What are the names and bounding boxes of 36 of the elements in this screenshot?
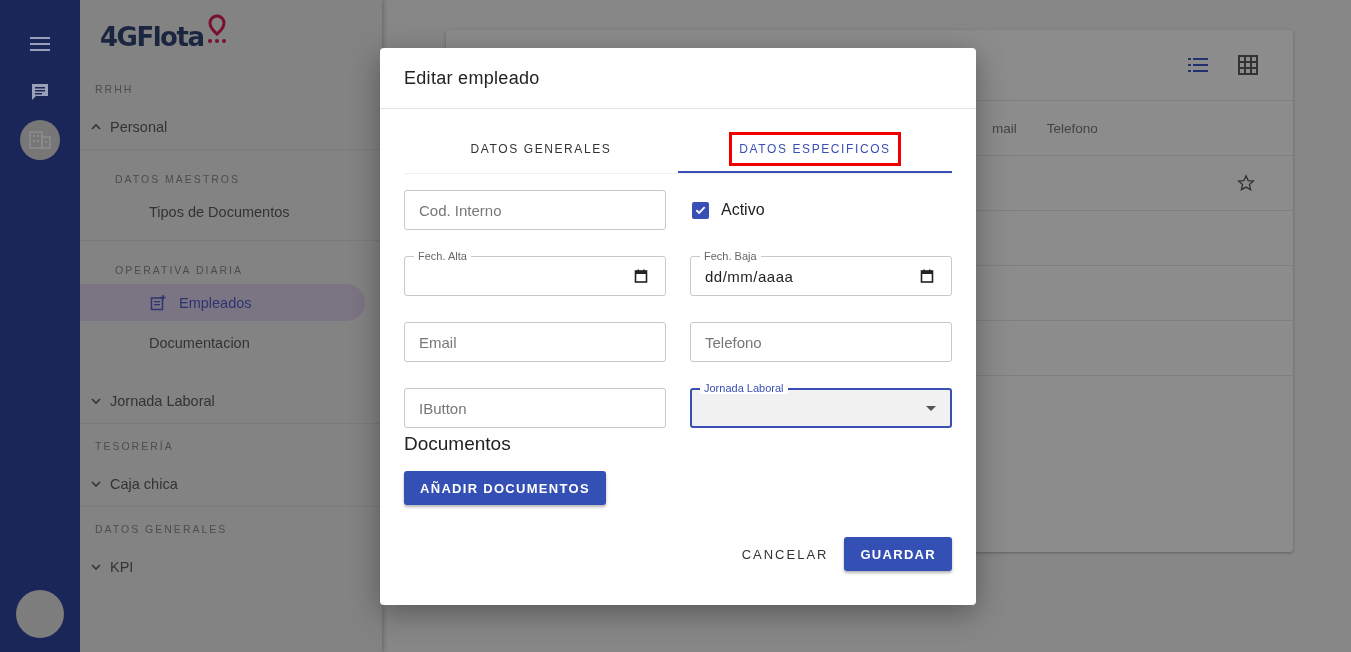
chevron-down-icon	[91, 398, 101, 404]
tab[interactable]: DATOS GENERALES	[404, 126, 678, 173]
menu-icon	[30, 37, 50, 51]
note-add-icon	[150, 294, 166, 311]
text-field[interactable]: Telefono	[690, 322, 952, 362]
calendar-icon[interactable]	[920, 269, 934, 283]
chevron-down-icon	[91, 481, 101, 487]
user-avatar[interactable]	[16, 590, 64, 638]
dropdown-caret-icon	[926, 405, 936, 411]
save-button[interactable]: GUARDAR	[844, 537, 952, 571]
list-icon	[1188, 58, 1208, 72]
text-field[interactable]: Email	[404, 322, 666, 362]
active-checkbox[interactable]: Activo	[690, 190, 765, 230]
logo: 4GFlota	[100, 22, 204, 52]
dialog-title: Editar empleado	[380, 48, 976, 109]
location-pin-icon	[207, 14, 228, 44]
section-heading: Documentos	[404, 433, 511, 455]
field-label: Fech. Alta	[414, 250, 471, 262]
text-field[interactable]: Cod. Interno	[404, 190, 666, 230]
star-icon[interactable]	[1237, 174, 1255, 192]
text-field[interactable]: IButton	[404, 388, 666, 428]
chat-icon	[30, 82, 50, 102]
chevron-down-icon	[91, 564, 101, 570]
add-documents-button[interactable]: AÑADIR DOCUMENTOS	[404, 471, 606, 505]
field-label: Fech. Baja	[700, 250, 761, 262]
chevron-up-icon	[91, 124, 101, 130]
building-button[interactable]	[20, 120, 60, 160]
grid-icon	[1238, 55, 1258, 75]
column-header: Telefono	[1046, 120, 1098, 136]
tab[interactable]: DATOS ESPECIFICOS	[678, 126, 952, 173]
calendar-icon[interactable]	[634, 269, 648, 283]
tab-label: DATOS GENERALES	[469, 140, 613, 158]
field-label: Jornada Laboral	[700, 382, 788, 394]
cancel-button[interactable]: CANCELAR	[733, 537, 837, 571]
column-header: mail	[992, 120, 1017, 136]
highlighted-tab-label: DATOS ESPECIFICOS	[729, 131, 901, 166]
